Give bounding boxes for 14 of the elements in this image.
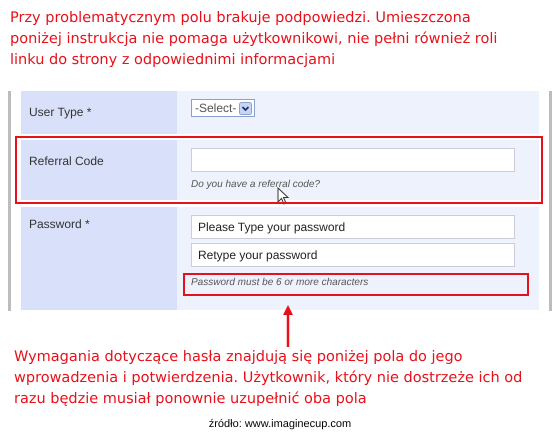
caret-icon: [239, 102, 252, 114]
annotation-arrow: [283, 305, 293, 347]
field-hint: Password must be 6 or more characters: [191, 276, 368, 288]
field-label: User Type *: [21, 91, 177, 134]
annotation-text: Wymagania dotyczące hasła znajdują się poniżej pola do jego wprowadzenia i potwierdzenia. Użytkownik, który nie dostrzeże ich od razu będzie musiał ponownie uzupełnić oba pola: [13, 348, 524, 409]
input-field[interactable]: [191, 148, 515, 172]
annotation-text: Przy problematycznym polu brakuje podpowiedzi. Umieszczona poniżej instrukcja nie pomaga użytkownikowi, nie pełni również roli linku do strony z odpowiednimi informacjami: [9, 9, 498, 70]
dropdown[interactable]: -Select-: [191, 99, 256, 117]
field-label: Password *: [21, 207, 177, 310]
password-field[interactable]: Retype your password: [191, 243, 515, 267]
source-caption: źródło: www.imaginecup.com: [208, 418, 352, 430]
password-field[interactable]: Please Type your password: [191, 215, 515, 239]
field-label: Referral Code: [21, 140, 177, 200]
field-hint: Do you have a referral code?: [191, 178, 321, 190]
